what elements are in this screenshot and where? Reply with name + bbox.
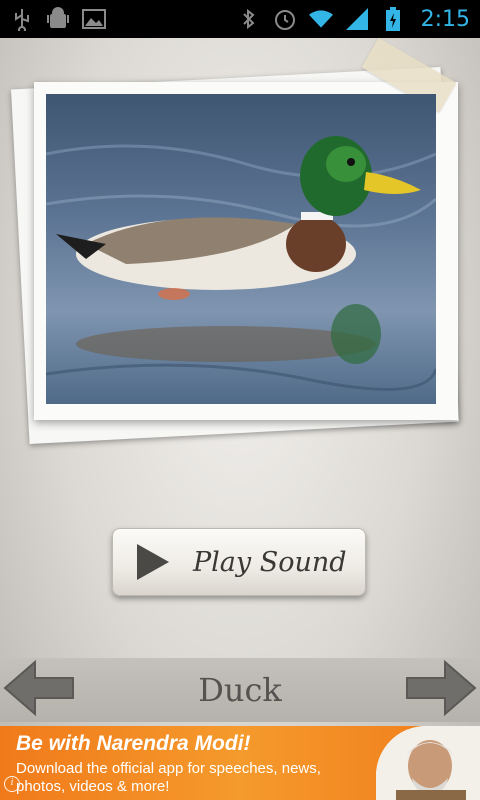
next-animal-button[interactable] <box>402 659 480 720</box>
battery-charging-icon <box>381 7 405 31</box>
mallard-duck-photo <box>46 94 436 404</box>
wifi-icon <box>308 7 333 31</box>
play-sound-button[interactable]: Play Sound <box>112 528 366 596</box>
status-bar: 2:15 <box>0 0 480 38</box>
ad-body: Download the official app for speeches, … <box>16 760 321 795</box>
play-icon <box>135 540 175 584</box>
ad-info-icon[interactable]: i <box>4 776 20 792</box>
previous-animal-button[interactable] <box>0 659 78 720</box>
arrow-left-icon <box>3 659 75 720</box>
photo-frame <box>11 37 464 448</box>
play-sound-label: Play Sound <box>193 546 347 578</box>
ad-banner[interactable]: Be with Narendra Modi! Download the offi… <box>0 726 480 800</box>
ad-title: Be with Narendra Modi! <box>16 732 251 755</box>
gallery-icon <box>82 7 106 31</box>
alarm-icon <box>273 7 297 31</box>
animal-name: Duck <box>198 671 282 709</box>
ad-portrait-image <box>376 726 480 800</box>
bluetooth-icon <box>237 7 261 31</box>
arrow-right-icon <box>405 659 477 720</box>
status-time: 2:15 <box>420 6 470 32</box>
animal-navigation-bar: Duck <box>0 658 480 722</box>
android-debug-icon <box>46 7 70 31</box>
usb-icon <box>10 7 34 31</box>
signal-icon <box>345 7 369 31</box>
